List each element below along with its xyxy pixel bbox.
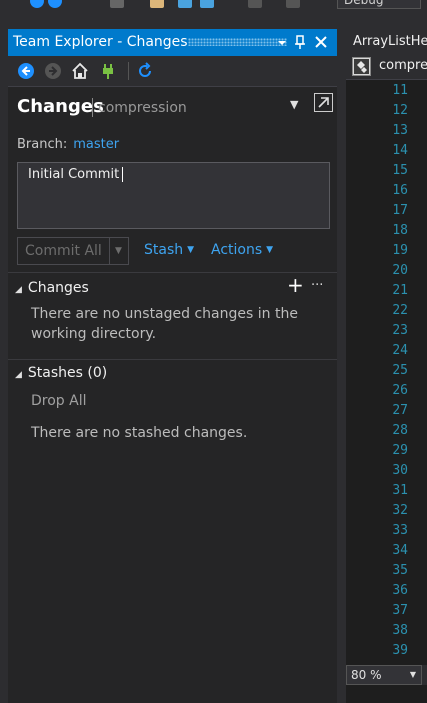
team-explorer-title: Team Explorer - Changes — [13, 34, 188, 50]
main-toolbar: Debug — [0, 0, 427, 12]
page-title: Changes — [17, 96, 104, 117]
editor-status-strip: 80 % ▼ — [346, 665, 427, 685]
line-number: 17 — [392, 203, 408, 218]
line-number: 12 — [392, 103, 408, 118]
more-options-icon[interactable]: ··· — [311, 278, 323, 293]
commit-message-input[interactable]: Initial Commit — [17, 162, 330, 229]
collapse-triangle-icon[interactable]: ◢ — [15, 285, 22, 295]
stashes-section-title: Stashes (0) — [27, 365, 108, 381]
zoom-chevron-down-icon: ▼ — [409, 670, 416, 679]
branch-row: Branch: master — [17, 137, 119, 152]
undock-page-icon[interactable] — [314, 93, 333, 112]
branch-label: Branch: — [17, 137, 68, 152]
save-icon[interactable] — [178, 0, 192, 8]
commit-actions: Commit All ▼ Stash ▼ Actions ▼ — [17, 237, 337, 265]
configuration-dropdown[interactable]: Debug — [337, 0, 421, 9]
text-caret — [122, 167, 124, 182]
line-number: 16 — [392, 183, 408, 198]
section-divider — [8, 359, 337, 360]
line-number: 37 — [392, 603, 408, 618]
line-number: 11 — [392, 83, 408, 98]
project-dropdown[interactable]: compre — [379, 58, 427, 73]
line-number: 14 — [392, 143, 408, 158]
line-number: 23 — [392, 323, 408, 338]
page-dropdown-icon[interactable]: ▼ — [290, 98, 298, 111]
editor-tab[interactable]: ArrayListHe — [346, 29, 427, 54]
line-number: 20 — [392, 263, 408, 278]
changes-section-header[interactable]: ◢ Changes — [15, 280, 89, 296]
open-folder-icon[interactable] — [150, 0, 164, 8]
back-icon[interactable] — [17, 62, 35, 80]
line-number: 35 — [392, 563, 408, 578]
close-icon[interactable] — [312, 29, 330, 56]
refresh-icon[interactable] — [136, 62, 154, 80]
stashes-section-header[interactable]: ◢ Stashes (0) — [15, 365, 107, 381]
commit-message-text: Initial Commit — [28, 167, 120, 182]
line-number: 24 — [392, 343, 408, 358]
line-number: 38 — [392, 623, 408, 638]
undo-icon[interactable] — [248, 0, 262, 8]
home-icon[interactable] — [71, 62, 89, 80]
line-number: 19 — [392, 243, 408, 258]
line-number: 33 — [392, 523, 408, 538]
line-number: 15 — [392, 163, 408, 178]
pin-icon[interactable] — [291, 29, 309, 56]
page-header: Changes compression ▼ — [8, 88, 337, 122]
changes-section-title: Changes — [27, 280, 89, 296]
team-explorer-panel: Team Explorer - Changes Changes compress… — [8, 29, 337, 703]
save-all-icon[interactable] — [200, 0, 214, 8]
line-number-gutter: 11 12 13 14 15 16 17 18 19 20 21 22 23 24 25 26 27 28 29 30… — [346, 81, 427, 661]
line-number: 13 — [392, 123, 408, 138]
stash-label: Stash — [144, 242, 184, 258]
code-editor: ArrayListHe compre 11 12 13 14 15 16 17 18 19 20 2… — [346, 29, 427, 703]
zoom-value: 80 % — [351, 668, 382, 682]
team-explorer-titlebar: Team Explorer - Changes — [8, 29, 337, 56]
actions-chevron-down-icon: ▼ — [266, 245, 274, 255]
changes-empty-text: There are no unstaged changes in the wor… — [31, 306, 298, 342]
line-number: 22 — [392, 303, 408, 318]
add-icon[interactable]: + — [287, 275, 304, 295]
line-number: 25 — [392, 363, 408, 378]
team-explorer-nav — [8, 56, 337, 87]
stash-chevron-down-icon: ▼ — [187, 245, 195, 255]
new-item-icon[interactable] — [110, 0, 124, 8]
stashes-empty-text: There are no stashed changes. — [31, 425, 248, 441]
line-number: 32 — [392, 503, 408, 518]
line-number: 34 — [392, 543, 408, 558]
line-number: 18 — [392, 223, 408, 238]
back-icon[interactable] — [30, 0, 44, 8]
line-number: 21 — [392, 283, 408, 298]
navigation-bar: compre — [346, 54, 427, 80]
stash-menu[interactable]: Stash ▼ — [144, 242, 194, 258]
editor-tab-label: ArrayListHe — [353, 34, 427, 49]
nav-separator — [128, 62, 129, 80]
line-number: 30 — [392, 463, 408, 478]
connect-icon[interactable] — [99, 62, 117, 80]
line-number: 27 — [392, 403, 408, 418]
visual-studio-window: Debug Team Explorer - Changes Changes co… — [0, 0, 427, 703]
actions-label: Actions — [211, 242, 263, 258]
actions-menu[interactable]: Actions ▼ — [211, 242, 273, 258]
branch-link[interactable]: master — [73, 137, 119, 152]
commit-all-label: Commit All — [25, 243, 102, 259]
zoom-dropdown[interactable]: 80 % ▼ — [346, 665, 422, 685]
line-number: 36 — [392, 583, 408, 598]
commit-all-button[interactable]: Commit All ▼ — [17, 237, 129, 265]
line-number: 28 — [392, 423, 408, 438]
repository-name: compression — [98, 100, 187, 116]
line-number: 31 — [392, 483, 408, 498]
forward-icon[interactable] — [44, 62, 62, 80]
redo-icon[interactable] — [286, 0, 300, 8]
split-divider — [109, 238, 110, 264]
header-separator — [92, 98, 93, 117]
line-number: 29 — [392, 443, 408, 458]
window-position-icon[interactable] — [273, 29, 291, 56]
commit-dropdown-icon[interactable]: ▼ — [115, 238, 122, 264]
forward-icon[interactable] — [48, 0, 62, 8]
drop-all-link[interactable]: Drop All — [31, 393, 87, 409]
project-icon — [352, 57, 371, 76]
line-number: 26 — [392, 383, 408, 398]
collapse-triangle-icon[interactable]: ◢ — [15, 370, 22, 380]
line-number: 39 — [392, 643, 408, 658]
